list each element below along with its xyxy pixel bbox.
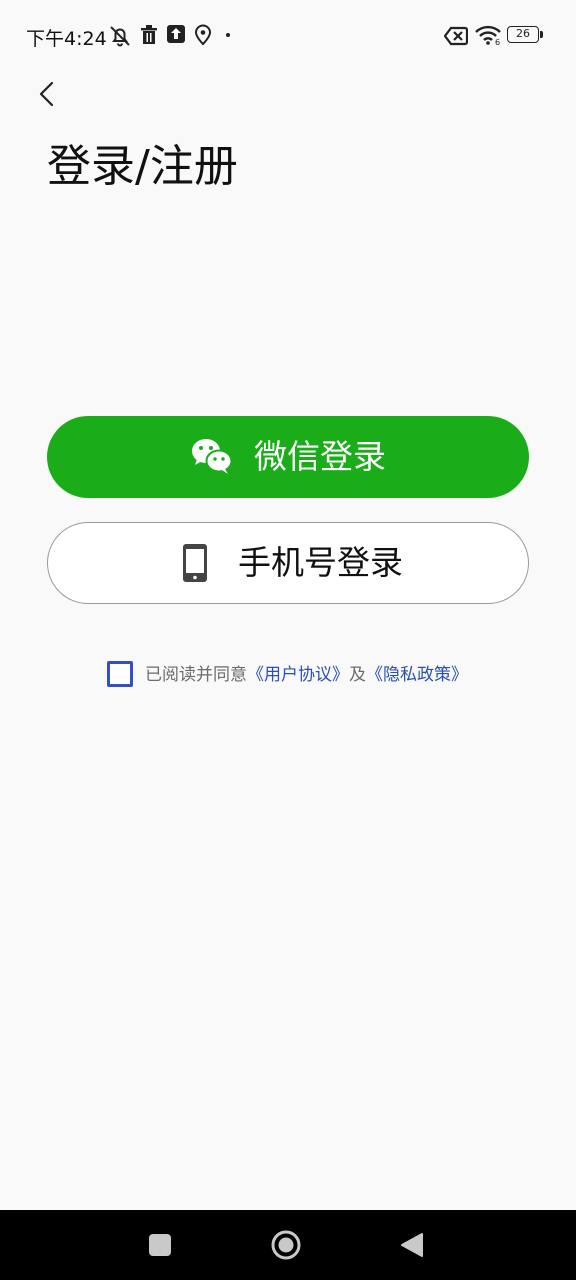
user-agreement-link[interactable]: 《用户协议》: [247, 665, 349, 685]
wechat-login-label: 微信登录: [254, 437, 386, 476]
wifi-icon: 6: [475, 25, 501, 46]
chevron-left-icon: [39, 81, 54, 107]
wechat-icon: [192, 439, 233, 474]
agreement-checkbox[interactable]: [107, 661, 133, 687]
battery-icon: 26: [507, 26, 539, 43]
location-icon: [194, 24, 212, 46]
svg-text:6: 6: [495, 38, 500, 46]
square-recents-icon[interactable]: [149, 1234, 171, 1256]
no-sim-icon: [444, 26, 468, 46]
triangle-back-icon[interactable]: [400, 1232, 424, 1258]
circle-home-icon[interactable]: [271, 1230, 301, 1260]
dot-icon: [226, 33, 230, 37]
phone-login-button[interactable]: 手机号登录: [47, 522, 529, 604]
wechat-login-button[interactable]: 微信登录: [47, 416, 529, 498]
back-button[interactable]: [32, 78, 64, 110]
agreement-conjunction: 及: [349, 665, 366, 685]
navigation-bar: [0, 1210, 576, 1280]
trash-icon: [141, 25, 157, 44]
login-screen: 下午4:24 6 26 登录/注册 微信登录 手机号登录 已阅读并同意《用户协议…: [0, 0, 576, 1280]
status-time: 下午4:24: [26, 28, 107, 50]
battery-tip: [540, 31, 543, 38]
upload-icon: [167, 25, 185, 43]
mute-bell-icon: [110, 26, 130, 47]
status-bar: 下午4:24 6 26: [0, 0, 576, 72]
page-title: 登录/注册: [47, 141, 238, 192]
privacy-policy-link[interactable]: 《隐私政策》: [366, 665, 468, 685]
agreement-prefix: 已阅读并同意: [145, 665, 247, 685]
agreement-text: 已阅读并同意《用户协议》及《隐私政策》: [145, 663, 468, 687]
phone-login-label: 手机号登录: [238, 543, 403, 582]
smartphone-icon: [183, 544, 207, 582]
